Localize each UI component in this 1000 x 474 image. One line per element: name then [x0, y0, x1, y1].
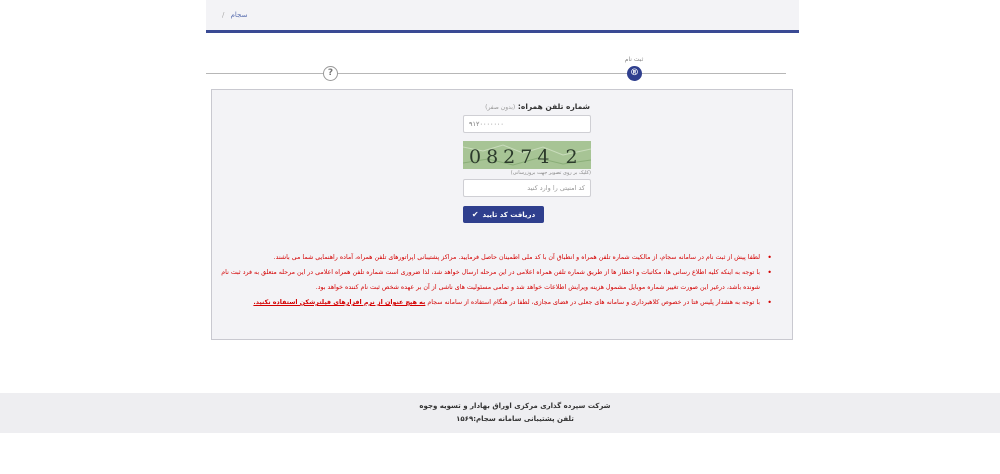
warning-note-3-text: با توجه به هشدار پلیس فتا در خصوص کلاهبر… [425, 299, 760, 306]
step-next-help-icon: ? [323, 66, 338, 81]
captcha-graphic: 08274 2 [463, 141, 591, 169]
warning-note-3: • با توجه به هشدار پلیس فتا در خصوص کلاه… [212, 295, 772, 310]
step-register-label: ثبت نام [624, 56, 644, 63]
header-underline [206, 30, 799, 33]
phone-hint: (بدون صفر) [485, 104, 516, 111]
captcha-image[interactable]: 08274 2 [463, 141, 591, 169]
bullet-icon: • [767, 253, 772, 262]
warning-notes: • لطفا پیش از ثبت نام در سامانه سجام، از… [212, 250, 772, 310]
get-verification-code-button[interactable]: دریافت کد تایید ✔ [463, 206, 544, 223]
security-code-input[interactable] [463, 179, 591, 197]
check-icon: ✔ [471, 210, 479, 219]
registration-panel: شماره تلفن همراه: (بدون صفر) 08274 2 (کل… [211, 89, 793, 340]
captcha-text: 08274 2 [469, 146, 583, 168]
warning-note-3-emphasis: به هیچ عنوان از نرم افزارهای فیلترشکن اس… [253, 299, 426, 306]
phone-label: شماره تلفن همراه: (بدون صفر) [485, 102, 590, 111]
bullet-icon: • [767, 268, 772, 277]
breadcrumb-separator: / [222, 11, 225, 19]
warning-note-1: • لطفا پیش از ثبت نام در سامانه سجام، از… [212, 250, 772, 265]
submit-label: دریافت کد تایید [482, 210, 536, 219]
stepper-line [206, 73, 786, 74]
breadcrumb-home-link[interactable]: سجام [231, 11, 248, 19]
footer [0, 393, 1000, 433]
phone-label-text: شماره تلفن همراه: [517, 102, 590, 111]
warning-note-2: • با توجه به اینکه کلیه اطلاع رسانی ها، … [212, 265, 772, 295]
step-register-icon: ® [627, 66, 642, 81]
footer-support-phone: تلفن پشتیبانی سامانه سجام:۱۵۶۹ [456, 415, 574, 423]
phone-input[interactable] [463, 115, 591, 133]
warning-note-2-text: با توجه به اینکه کلیه اطلاع رسانی ها، مک… [221, 269, 760, 291]
page: / سجام ثبت نام ® ? شماره تلفن همراه: (بد… [0, 0, 1000, 474]
warning-note-1-text: لطفا پیش از ثبت نام در سامانه سجام، از م… [273, 254, 760, 261]
header-bar [206, 0, 799, 30]
captcha-refresh-note: (کلیک بر روی تصویر جهت بروزرسانی) [510, 170, 591, 176]
breadcrumb: / سجام [222, 11, 247, 19]
bullet-icon: • [767, 298, 772, 307]
footer-company: شرکت سپرده گذاری مرکزی اوراق بهادار و تس… [419, 402, 611, 410]
